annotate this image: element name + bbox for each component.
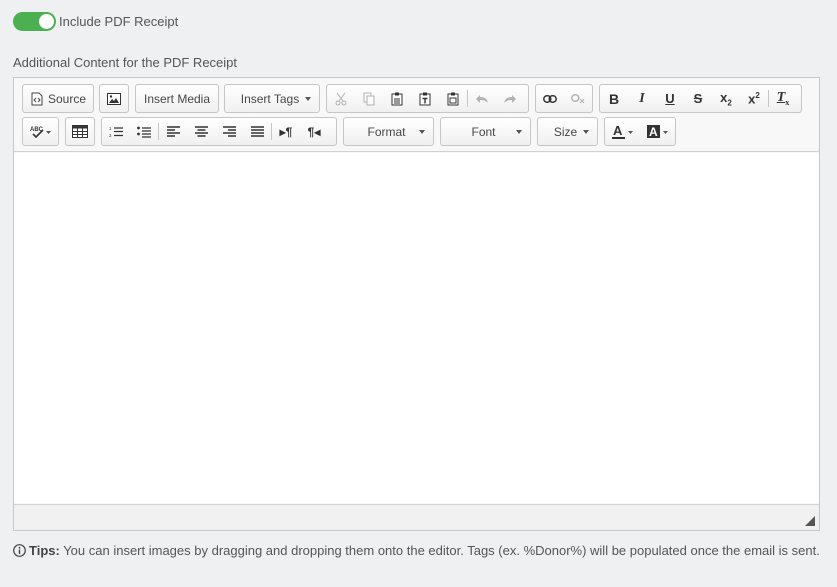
strikethrough-icon[interactable]: S (684, 85, 712, 112)
align-right-icon[interactable] (215, 118, 243, 145)
toggle-label: Include PDF Receipt (59, 14, 179, 29)
basic-styles-group: B I U S x2 x2 Tx (599, 84, 802, 113)
source-button[interactable]: Source (22, 84, 94, 113)
justify-icon[interactable] (243, 118, 271, 145)
svg-text:A: A (613, 124, 623, 138)
info-icon (13, 544, 26, 557)
cut-icon[interactable] (327, 85, 355, 112)
bulleted-list-icon[interactable] (130, 118, 158, 145)
text-color-icon[interactable]: A (605, 118, 640, 145)
spellcheck-button[interactable]: ABC (22, 117, 59, 146)
editor-status-bar (14, 504, 819, 530)
section-label: Additional Content for the PDF Receipt (13, 55, 238, 70)
superscript-icon[interactable]: x2 (740, 85, 768, 112)
chevron-down-icon (305, 96, 311, 101)
insert-media-label: Insert Media (143, 91, 211, 106)
subscript-icon[interactable]: x2 (712, 85, 740, 112)
size-label: Size (553, 124, 578, 139)
format-dropdown[interactable]: Format (343, 117, 434, 146)
ltr-icon[interactable]: ▸¶ (272, 118, 300, 145)
unlink-icon[interactable] (564, 85, 592, 112)
copy-icon[interactable] (355, 85, 383, 112)
image-icon (100, 85, 128, 112)
svg-text:2: 2 (109, 133, 112, 138)
insert-media-button[interactable]: Insert Media (135, 84, 219, 113)
link-icon[interactable] (536, 85, 564, 112)
paste-icon[interactable] (383, 85, 411, 112)
align-left-icon[interactable] (159, 118, 187, 145)
color-group: A A (604, 117, 676, 146)
tips-text: Tips: You can insert images by dragging … (13, 541, 823, 560)
italic-icon[interactable]: I (628, 85, 656, 112)
pdf-receipt-toggle-row: Include PDF Receipt (13, 12, 178, 31)
chevron-down-icon (419, 129, 425, 134)
link-group (535, 84, 593, 113)
rich-text-editor: Source Insert Media Insert Tags B I U S … (13, 77, 820, 531)
table-icon (66, 118, 94, 145)
insert-tags-dropdown[interactable]: Insert Tags (224, 84, 320, 113)
spellcheck-icon: ABC (23, 118, 58, 145)
font-dropdown[interactable]: Font (440, 117, 531, 146)
paragraph-group: 12 ▸¶ ¶◂ (101, 117, 337, 146)
size-dropdown[interactable]: Size (537, 117, 598, 146)
table-button[interactable] (65, 117, 95, 146)
redo-icon[interactable] (496, 85, 524, 112)
image-button[interactable] (99, 84, 129, 113)
undo-icon[interactable] (468, 85, 496, 112)
bold-icon[interactable]: B (600, 85, 628, 112)
pdf-receipt-toggle[interactable] (13, 12, 56, 31)
chevron-down-icon (516, 129, 522, 134)
source-label: Source (48, 91, 87, 106)
toggle-knob (39, 14, 54, 29)
font-label: Font (471, 124, 496, 139)
remove-format-icon[interactable]: Tx (769, 85, 797, 112)
underline-icon[interactable]: U (656, 85, 684, 112)
svg-text:1: 1 (109, 126, 112, 131)
insert-tags-label: Insert Tags (240, 91, 300, 106)
tips-title: Tips: (29, 543, 60, 558)
paste-word-icon[interactable] (439, 85, 467, 112)
format-label: Format (367, 124, 406, 139)
rtl-icon[interactable]: ¶◂ (300, 118, 328, 145)
source-icon (31, 92, 43, 106)
resize-handle-icon[interactable] (805, 516, 815, 526)
clipboard-group (326, 84, 529, 113)
background-color-icon[interactable]: A (640, 118, 675, 145)
editor-toolbar: Source Insert Media Insert Tags B I U S … (14, 78, 819, 152)
numbered-list-icon[interactable]: 12 (102, 118, 130, 145)
paste-text-icon[interactable] (411, 85, 439, 112)
chevron-down-icon (583, 129, 589, 134)
editor-content-area[interactable] (14, 153, 819, 503)
svg-text:A: A (649, 125, 658, 139)
tips-body: You can insert images by dragging and dr… (59, 543, 820, 558)
align-center-icon[interactable] (187, 118, 215, 145)
